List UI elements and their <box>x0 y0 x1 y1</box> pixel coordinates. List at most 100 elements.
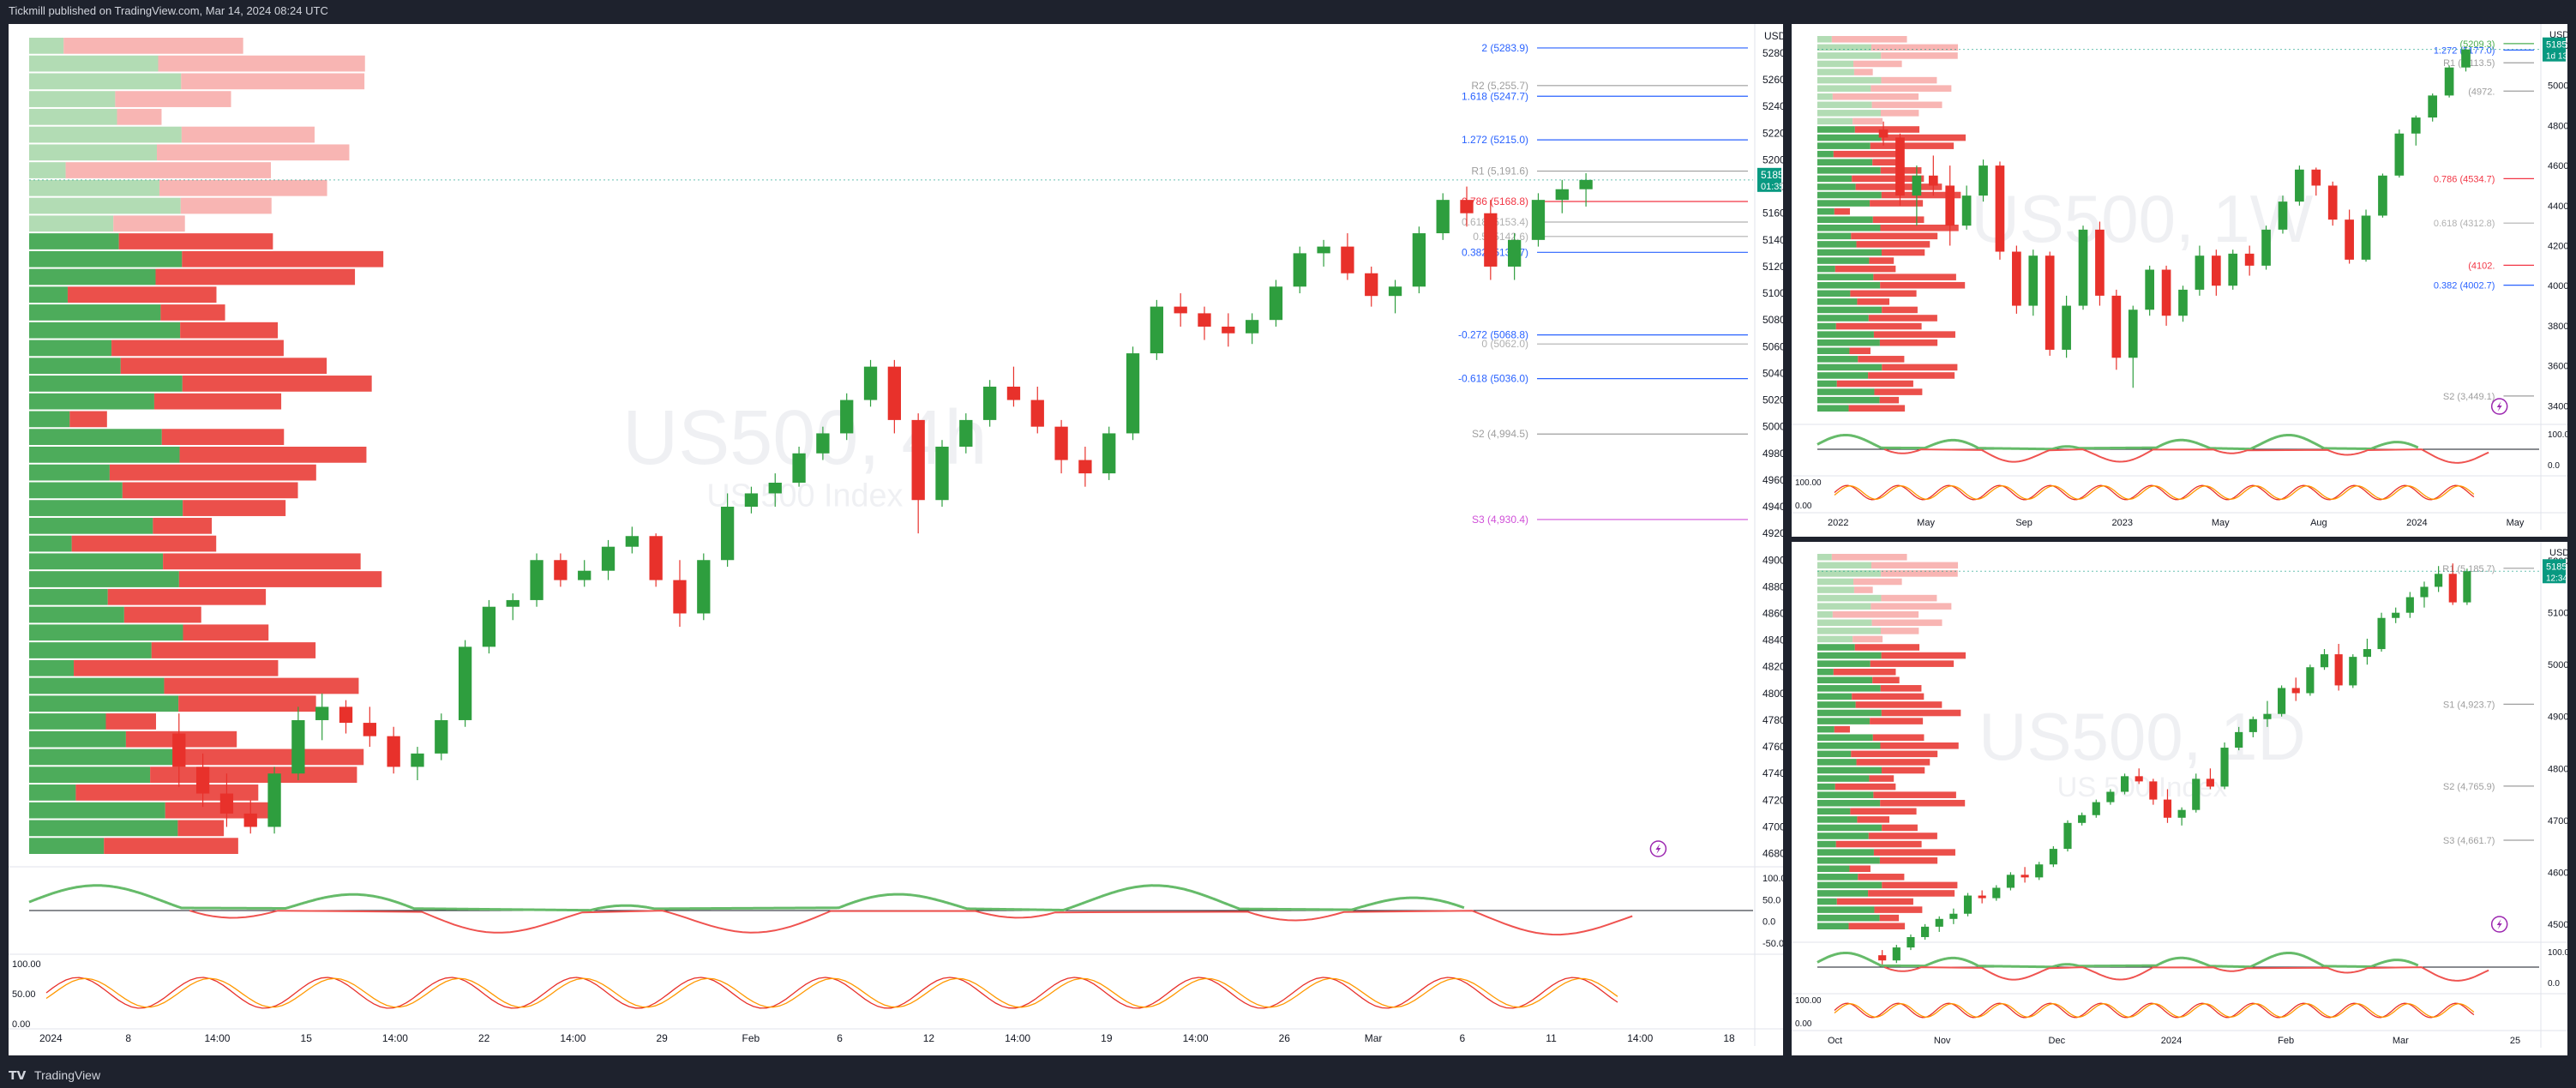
candle-body <box>2349 657 2357 686</box>
volume-profile-bar <box>1871 619 1943 627</box>
level-label: 0.786 (4534.7) <box>2434 174 2495 184</box>
volume-profile-bar <box>1817 52 1882 59</box>
volume-profile-bar <box>1817 881 1882 889</box>
candle-body <box>673 580 687 614</box>
price-label-countdown: 01:35:31 <box>1761 182 1783 192</box>
volume-profile-bar <box>1817 603 1871 610</box>
candle-body <box>1245 320 1259 334</box>
chart-panel-4h[interactable]: US500, 4hUS 500 IndexUSD5280.05260.05240… <box>9 24 1783 1055</box>
volume-profile-bar <box>29 376 183 392</box>
candle-body <box>2028 255 2039 306</box>
candle-body <box>2206 778 2214 787</box>
volume-profile-bar <box>1817 660 1870 667</box>
chart-1d-svg[interactable]: US500, 1DUS 500 IndexUSD5200.05100.05000… <box>1792 542 2567 1055</box>
candle-body <box>1945 185 1955 226</box>
y-tick-label: 3600.0 <box>2548 362 2567 372</box>
y-tick-label: 4800.0 <box>1762 688 1783 700</box>
volume-profile-bar <box>1817 36 1832 43</box>
volume-profile-bar <box>67 286 217 304</box>
volume-profile-bar <box>1872 676 1900 684</box>
x-tick-label: 2023 <box>2111 518 2132 528</box>
candle-body <box>2177 809 2186 818</box>
candle-body <box>720 507 735 561</box>
candle-body <box>1963 895 1973 914</box>
volume-profile-bar <box>29 268 156 286</box>
candle-body <box>935 447 949 501</box>
volume-profile-bar <box>113 215 185 232</box>
volume-profile-bar <box>29 162 66 178</box>
candle-body <box>1412 233 1426 287</box>
x-tick-label: 11 <box>1546 1032 1557 1044</box>
volume-profile-bar <box>1817 281 1881 289</box>
level-label: 0.618 (4312.8) <box>2434 219 2495 229</box>
candle-body <box>887 366 902 420</box>
volume-profile-bar <box>1817 60 1854 68</box>
volume-profile-bar <box>1882 249 1925 256</box>
candle-body <box>2092 802 2100 815</box>
stoch-tick-label: 0.00 <box>1795 1019 1812 1029</box>
stoch-tick-label: 100.00 <box>12 959 41 970</box>
candle-body <box>649 536 663 580</box>
y-tick-label: 5260.0 <box>1762 74 1783 86</box>
rsi-tick-label: 100.0 <box>1762 874 1783 884</box>
candle-body <box>1978 895 1986 899</box>
y-tick-label: 5100.0 <box>1762 287 1783 299</box>
y-tick-label: 4600.0 <box>2548 161 2567 171</box>
candle-body <box>792 453 806 484</box>
x-tick-label: 18 <box>1723 1032 1735 1044</box>
candle-body <box>2120 776 2129 792</box>
candle-body <box>1006 386 1021 400</box>
volume-profile-bar <box>29 517 153 534</box>
candle-body <box>1126 353 1140 434</box>
y-tick-label: 4800.0 <box>2548 764 2567 774</box>
volume-profile-bar <box>1817 635 1853 643</box>
y-tick-label: 4980.0 <box>1762 448 1783 460</box>
candle-body <box>1293 253 1306 287</box>
candle-body <box>1912 175 1922 196</box>
candle-body <box>2435 574 2443 587</box>
candle-body <box>339 706 353 724</box>
candle-body <box>1484 213 1498 267</box>
candle-body <box>2220 748 2229 787</box>
chart-1w-svg[interactable]: US500, 1WUSD5200.05000.04800.04600.04400… <box>1792 24 2567 537</box>
volume-profile-bar <box>1817 610 1833 618</box>
volume-profile-bar <box>1817 396 1880 404</box>
y-tick-label: 4700.0 <box>2548 816 2567 827</box>
volume-profile-bar <box>150 766 357 784</box>
volume-profile-bar <box>1831 36 1907 43</box>
volume-profile-bar <box>183 748 364 766</box>
volume-profile-bar <box>1857 298 1890 305</box>
y-tick-label: 4840.0 <box>1762 634 1783 646</box>
chart-panel-1w[interactable]: US500, 1WUSD5200.05000.04800.04600.04400… <box>1792 24 2567 537</box>
candle-body <box>2320 654 2329 668</box>
level-label: S2 (3,449.1) <box>2443 392 2495 402</box>
chart-4h-svg[interactable]: US500, 4hUS 500 IndexUSD5280.05260.05240… <box>9 24 1783 1055</box>
volume-profile-bar <box>1834 783 1896 790</box>
volume-profile-bar <box>29 535 72 552</box>
candle-body <box>267 773 281 827</box>
volume-profile-bar <box>29 144 158 161</box>
volume-profile-bar <box>65 162 272 178</box>
y-tick-label: 5060.0 <box>1762 340 1783 352</box>
tradingview-logo-icon: 𝗧𝗩 <box>9 1068 27 1082</box>
volume-profile-bar <box>1879 857 1938 864</box>
candle-body <box>1436 200 1450 234</box>
volume-profile-bar <box>1817 652 1882 659</box>
rsi-tick-label: -50.0 <box>1762 939 1783 949</box>
volume-profile-bar <box>183 624 269 641</box>
volume-profile-bar <box>29 766 151 784</box>
volume-profile-bar <box>1852 117 1883 125</box>
volume-profile-bar <box>1817 339 1880 346</box>
volume-profile-bar <box>1858 874 1905 881</box>
volume-profile-bar <box>157 144 350 161</box>
candle-body <box>2035 864 2044 878</box>
candle-body <box>2428 95 2438 118</box>
level-label: S3 (4,661.7) <box>2443 836 2495 846</box>
x-tick-label: 8 <box>125 1032 131 1044</box>
x-tick-label: May <box>2507 518 2525 528</box>
volume-profile-bar <box>1853 69 1873 75</box>
y-tick-label: 4200.0 <box>2548 242 2567 252</box>
chart-panel-1d[interactable]: US500, 1DUS 500 IndexUSD5200.05100.05000… <box>1792 542 2567 1055</box>
volume-profile-bar <box>179 447 367 463</box>
price-label-value: 5185.3 <box>2546 562 2567 572</box>
